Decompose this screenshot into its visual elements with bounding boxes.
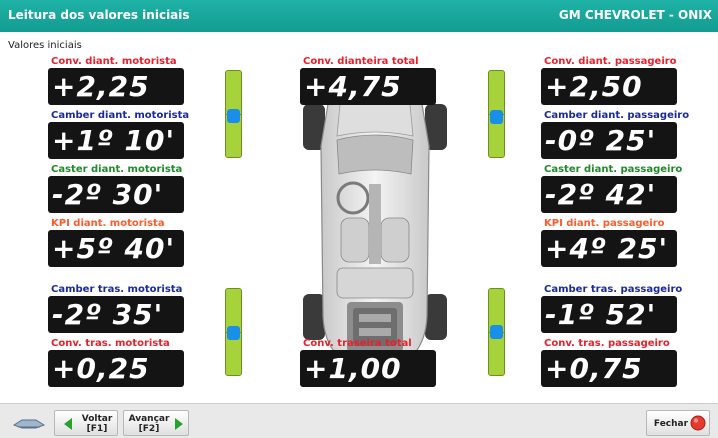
label-conv-tras-passageiro: Conv. tras. passageiro bbox=[544, 338, 670, 349]
label-caster-diant-motorista: Caster diant. motorista bbox=[51, 164, 183, 175]
gauge-marker bbox=[490, 325, 503, 339]
gauge-rear-right bbox=[488, 288, 505, 376]
forward-button-shortcut: [F2] bbox=[138, 424, 160, 434]
value-conv-tras-passageiro: +0,75 bbox=[541, 350, 677, 387]
gauge-front-left bbox=[225, 70, 242, 158]
label-conv-traseira-total: Conv. traseira total bbox=[303, 338, 412, 349]
red-stop-icon bbox=[690, 415, 706, 431]
value-conv-diant-passageiro: +2,50 bbox=[541, 68, 677, 105]
value-conv-traseira-total: +1,00 bbox=[300, 350, 436, 387]
gauge-marker bbox=[227, 326, 240, 340]
label-conv-dianteira-total: Conv. dianteira total bbox=[303, 56, 419, 67]
label-camber-diant-motorista: Camber diant. motorista bbox=[51, 110, 190, 121]
car-top-view-image bbox=[303, 75, 447, 373]
value-camber-diant-passageiro: -0º 25' bbox=[541, 122, 677, 159]
gauge-marker bbox=[490, 110, 503, 124]
section-title: Valores iniciais bbox=[8, 40, 82, 51]
label-camber-tras-motorista: Camber tras. motorista bbox=[51, 284, 183, 295]
car-lift-icon bbox=[12, 419, 46, 429]
close-button[interactable]: Fechar bbox=[646, 410, 710, 436]
vehicle-name: GM CHEVROLET - ONIX bbox=[558, 8, 712, 22]
value-camber-tras-motorista: -2º 35' bbox=[48, 296, 184, 333]
label-camber-diant-passageiro: Camber diant. passageiro bbox=[544, 110, 690, 121]
label-conv-tras-motorista: Conv. tras. motorista bbox=[51, 338, 170, 349]
value-conv-diant-motorista: +2,25 bbox=[48, 68, 184, 105]
bottom-toolbar: Voltar [F1] Avançar [F2] Fechar bbox=[0, 403, 718, 438]
back-button-shortcut: [F1] bbox=[86, 424, 108, 434]
gauge-front-right bbox=[488, 70, 505, 158]
gauge-rear-left bbox=[225, 288, 242, 376]
value-caster-diant-passageiro: -2º 42' bbox=[541, 176, 677, 213]
window-title: Leitura dos valores iniciais bbox=[8, 8, 190, 22]
value-camber-tras-passageiro: -1º 52' bbox=[541, 296, 677, 333]
label-conv-diant-motorista: Conv. diant. motorista bbox=[51, 56, 177, 67]
label-kpi-diant-passageiro: KPI diant. passageiro bbox=[544, 218, 665, 229]
close-button-label: Fechar bbox=[653, 419, 689, 429]
forward-button-label: Avançar bbox=[128, 414, 170, 424]
arrow-right-icon bbox=[175, 418, 183, 430]
value-conv-dianteira-total: +4,75 bbox=[300, 68, 436, 105]
label-conv-diant-passageiro: Conv. diant. passageiro bbox=[544, 56, 677, 67]
arrow-left-icon bbox=[64, 418, 72, 430]
label-caster-diant-passageiro: Caster diant. passageiro bbox=[544, 164, 683, 175]
value-kpi-diant-motorista: +5º 40' bbox=[48, 230, 184, 267]
value-camber-diant-motorista: +1º 10' bbox=[48, 122, 184, 159]
forward-button[interactable]: Avançar [F2] bbox=[123, 410, 189, 436]
back-button-label: Voltar bbox=[81, 414, 113, 424]
value-caster-diant-motorista: -2º 30' bbox=[48, 176, 184, 213]
title-bar: Leitura dos valores iniciais GM CHEVROLE… bbox=[0, 0, 718, 32]
back-button[interactable]: Voltar [F1] bbox=[54, 410, 118, 436]
value-conv-tras-motorista: +0,25 bbox=[48, 350, 184, 387]
value-kpi-diant-passageiro: +4º 25' bbox=[541, 230, 677, 267]
label-camber-tras-passageiro: Camber tras. passageiro bbox=[544, 284, 683, 295]
label-kpi-diant-motorista: KPI diant. motorista bbox=[51, 218, 165, 229]
gauge-marker bbox=[227, 109, 240, 123]
